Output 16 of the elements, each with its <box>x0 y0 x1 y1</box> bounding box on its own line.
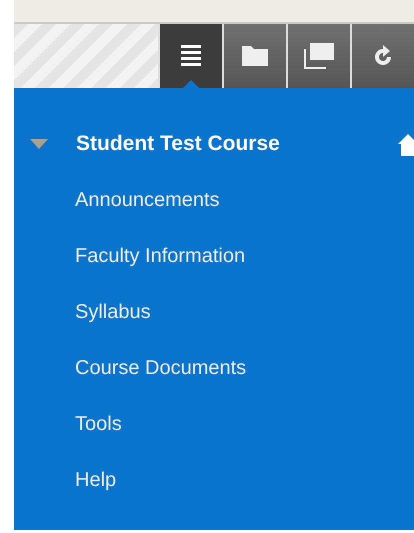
course-menu-link[interactable]: Announcements <box>75 186 414 242</box>
menu-icon <box>181 45 201 67</box>
toolbar-tab[interactable] <box>288 24 350 88</box>
folder-icon <box>242 46 268 66</box>
toolbar-tab[interactable] <box>352 24 414 88</box>
course-menu-link[interactable]: Faculty Information <box>75 242 414 298</box>
course-menu-link[interactable]: Help <box>75 466 414 522</box>
course-menu-link[interactable]: Tools <box>75 410 414 466</box>
toolbar-tab[interactable] <box>160 24 222 88</box>
course-menu-link[interactable]: Syllabus <box>75 298 414 354</box>
windows-icon <box>304 43 334 69</box>
toolbar-tab[interactable] <box>224 24 286 88</box>
course-title[interactable]: Student Test Course <box>76 132 280 156</box>
course-menu-link[interactable]: Course Documents <box>75 354 414 410</box>
refresh-icon <box>373 45 393 67</box>
home-icon[interactable] <box>398 134 414 156</box>
